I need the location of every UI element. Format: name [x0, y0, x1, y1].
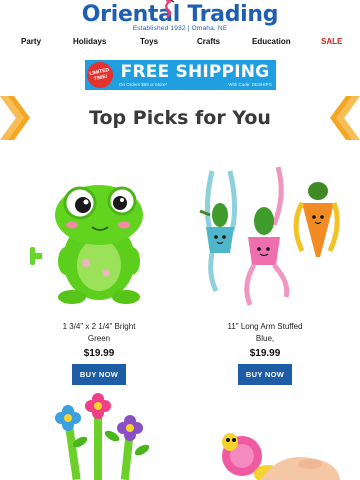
flower-pens-icon [55, 393, 150, 480]
product-name[interactable]: 11" Long Arm Stuffed Blue, [190, 321, 340, 345]
banner-title: FREE SHIPPING [120, 62, 270, 82]
buy-now-button[interactable]: BUY NOW [71, 364, 127, 385]
brand-name: Oriental Trading [81, 2, 279, 27]
frog-toy-icon [30, 185, 143, 304]
product-card[interactable]: 1 3/4" x 2 1/4" Bright Green $19.99 BUY … [24, 165, 174, 385]
product-name[interactable]: 1 3/4" x 2 1/4" Bright Green [24, 321, 174, 345]
product-image-flower-pens[interactable] [24, 392, 174, 480]
limited-time-badge: LIMITED TIME! [85, 60, 116, 90]
product-image-plush[interactable] [190, 165, 340, 315]
banner-code: With Code: DESHIPG [228, 82, 272, 87]
product-price: $19.99 [83, 348, 115, 359]
banner-subtitle: On Orders $69 or More* [119, 82, 168, 87]
category-nav: Party Holidays Toys Crafts Education SAL… [0, 37, 360, 49]
nav-item-toys[interactable]: Toys [140, 37, 158, 46]
product-image-frog[interactable] [24, 165, 174, 315]
snail-toy-icon [222, 433, 340, 480]
nav-item-education[interactable]: Education [252, 37, 291, 46]
nav-item-party[interactable]: Party [21, 37, 41, 46]
brand-logo[interactable]: Oriental Trading Established 1932 | Omah… [0, 0, 360, 32]
flamingo-icon [164, 0, 175, 18]
section-title: Top Picks for You [89, 107, 271, 129]
free-shipping-banner[interactable]: LIMITED TIME! FREE SHIPPING On Orders $6… [85, 60, 276, 90]
product-card[interactable]: 11" Long Arm Stuffed Blue, $19.99 BUY NO… [190, 165, 340, 385]
plush-toys-icon [199, 166, 340, 306]
product-price: $19.99 [249, 348, 281, 359]
nav-item-sale[interactable]: SALE [321, 37, 342, 46]
nav-item-holidays[interactable]: Holidays [73, 37, 106, 46]
nav-item-crafts[interactable]: Crafts [197, 37, 220, 46]
buy-now-button[interactable]: BUY NOW [237, 364, 293, 385]
product-image-snail[interactable] [190, 392, 340, 480]
